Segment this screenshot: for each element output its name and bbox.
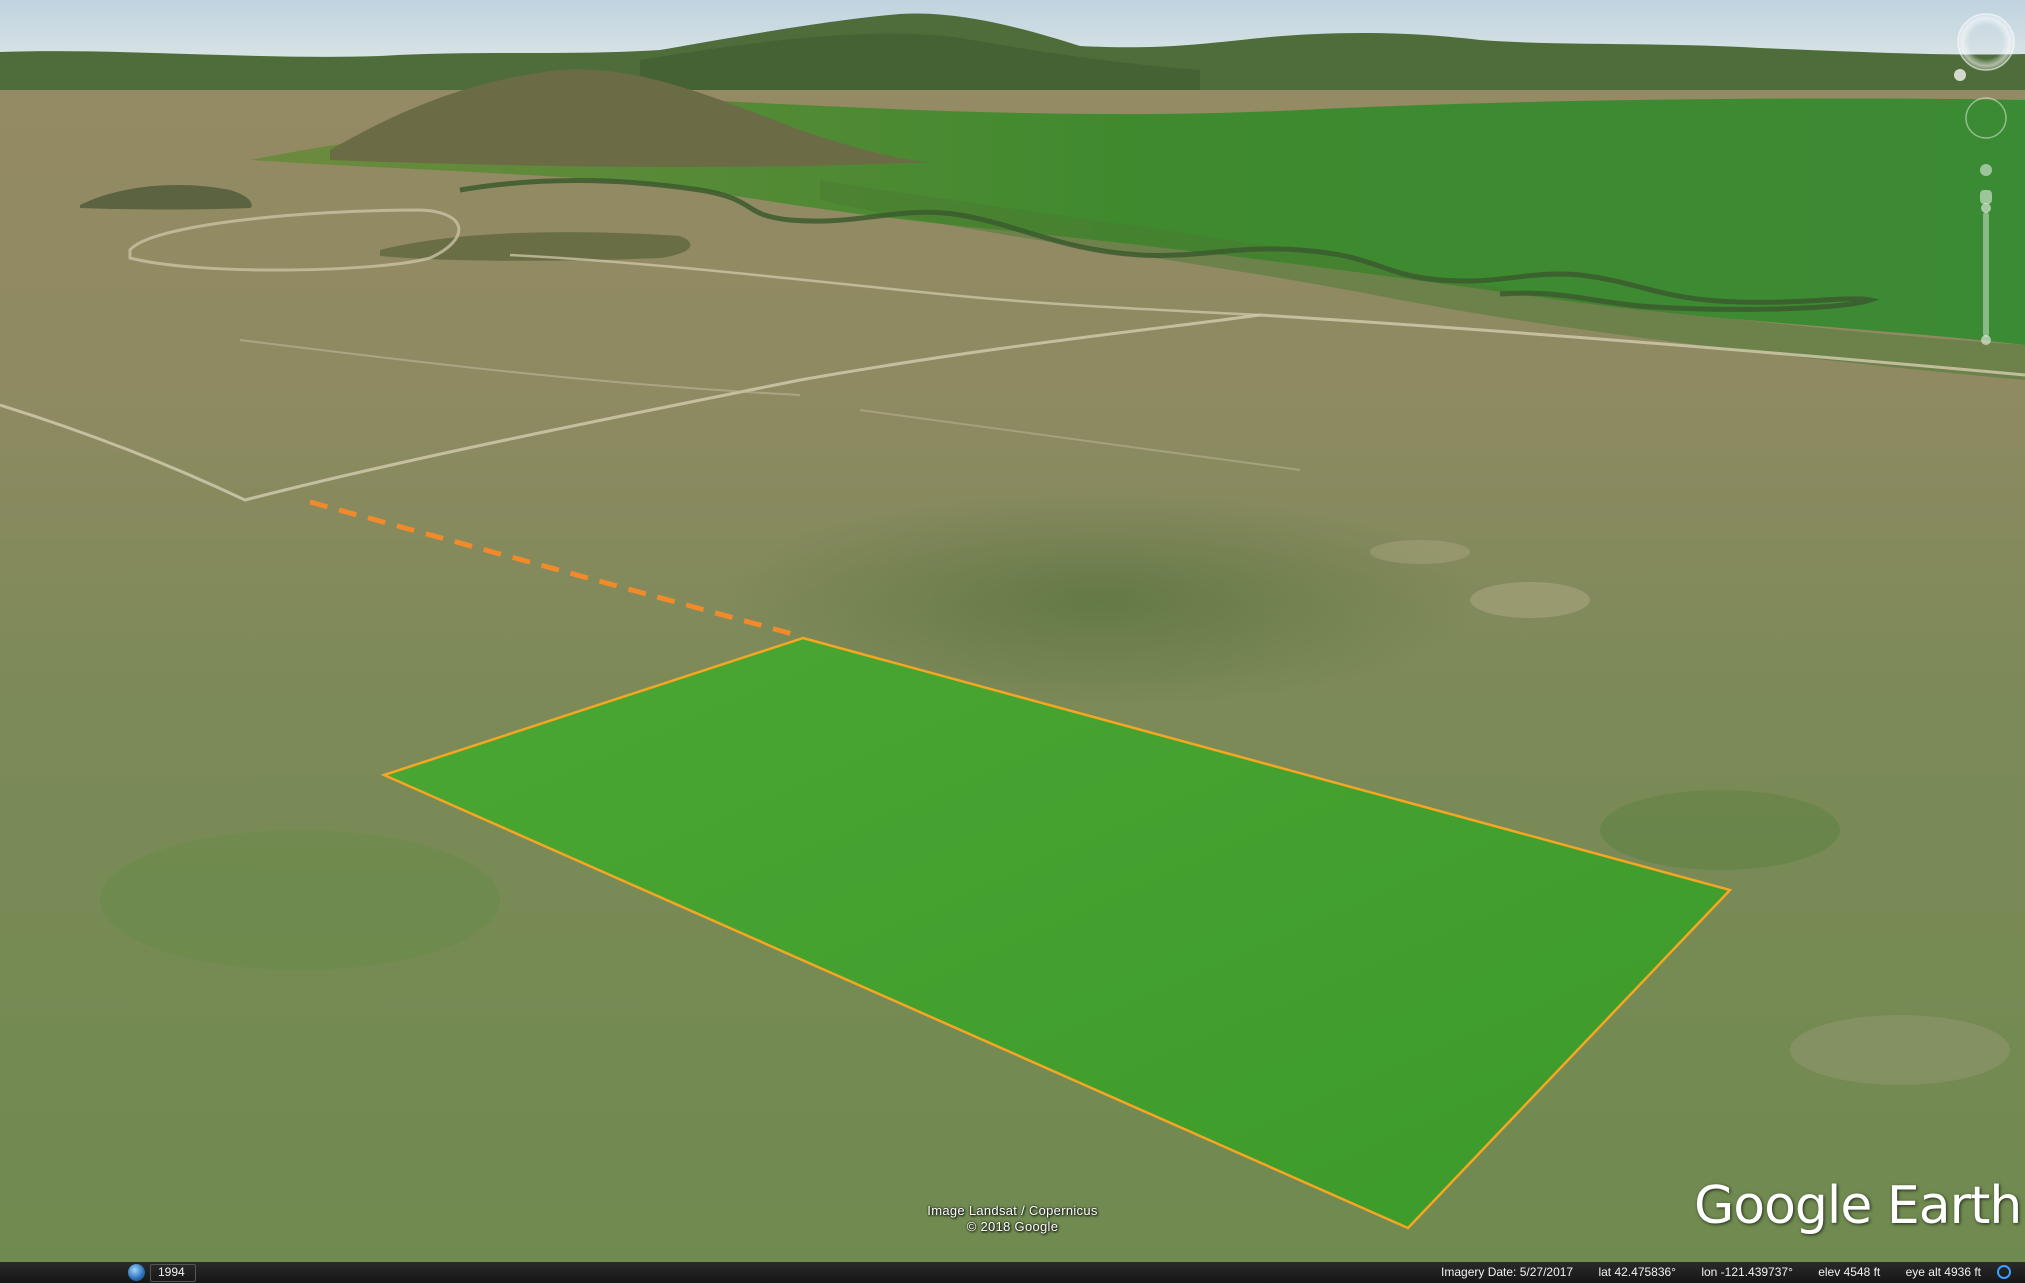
- move-joystick-icon[interactable]: [1980, 164, 1992, 176]
- historical-imagery-year: 1994: [158, 1265, 185, 1279]
- zoom-slider-icon[interactable]: [1983, 212, 1989, 337]
- zoom-out-icon[interactable]: [1981, 335, 1991, 345]
- green-patch: [1600, 790, 1840, 870]
- elevation-readout: elev 4548 ft: [1818, 1265, 1881, 1279]
- latitude-readout: lat 42.475836°: [1598, 1265, 1676, 1279]
- imagery-date: Imagery Date: 5/27/2017: [1441, 1265, 1574, 1279]
- status-info: Imagery Date: 5/27/2017 lat 42.475836° l…: [1419, 1262, 1981, 1283]
- map-view[interactable]: [0, 0, 2025, 1283]
- pale-patch-2: [1370, 540, 1470, 564]
- status-bar: 1994 Imagery Date: 5/27/2017 lat 42.4758…: [0, 1262, 2025, 1283]
- compass-icon[interactable]: [1957, 13, 2015, 71]
- streaming-indicator-icon: [1997, 1265, 2011, 1279]
- green-patch-2: [100, 830, 500, 970]
- street-view-pegman-icon[interactable]: [1980, 190, 1992, 204]
- historical-imagery-icon[interactable]: [128, 1264, 145, 1281]
- longitude-readout: lon -121.439737°: [1701, 1265, 1793, 1279]
- zoom-in-icon[interactable]: [1981, 203, 1991, 213]
- google-earth-logo: Google Earth: [1694, 1176, 2022, 1236]
- pale-patch: [1470, 582, 1590, 618]
- eye-altitude-readout: eye alt 4936 ft: [1905, 1265, 1981, 1279]
- north-indicator-icon[interactable]: [1954, 69, 1966, 81]
- pale-patch-3: [1790, 1015, 2010, 1085]
